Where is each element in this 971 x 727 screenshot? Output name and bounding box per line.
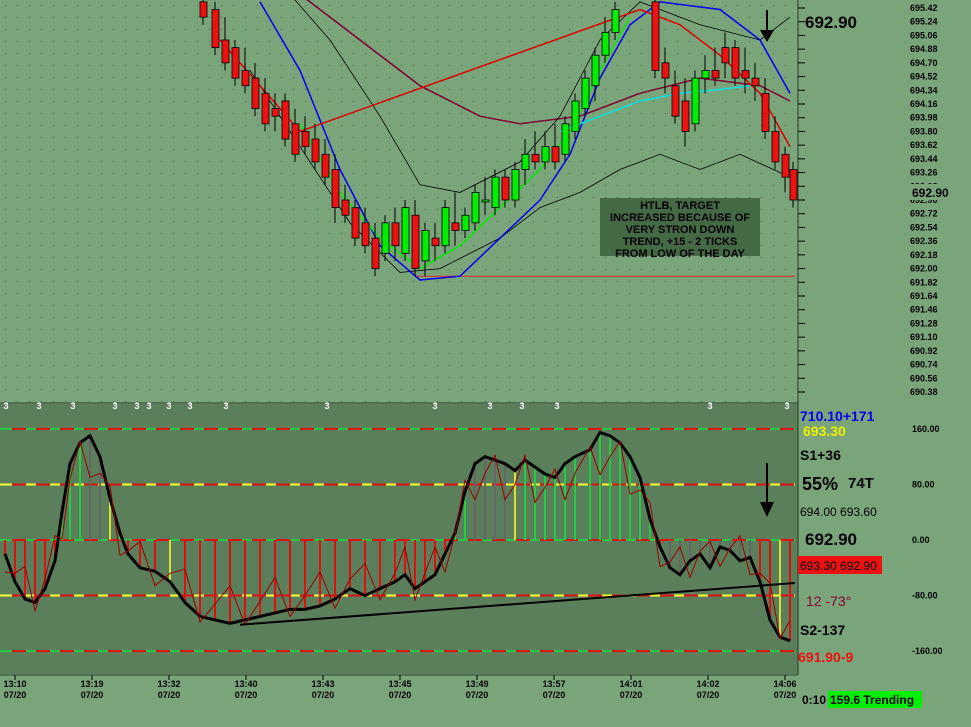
marker-three: 3 — [324, 401, 329, 411]
x-tick-date: 07/20 — [158, 690, 181, 700]
annotation-box: HTLB, TARGET INCREASED BECAUSE OF VERY S… — [600, 198, 760, 260]
candle — [281, 93, 290, 147]
marker-three: 3 — [166, 401, 171, 411]
marker-three: 3 — [3, 401, 8, 411]
x-tick-date: 07/20 — [620, 690, 643, 700]
price-tick-label: 690.92 — [910, 346, 938, 356]
annotation-line-3: VERY STRON DOWN — [626, 224, 735, 236]
price-tick-label: 691.64 — [910, 291, 938, 301]
marker-three: 3 — [707, 401, 712, 411]
price-tick-label: 690.74 — [910, 360, 938, 370]
price-tick-label: 691.82 — [910, 277, 938, 287]
last-price-label: 692.90 — [805, 13, 857, 32]
price-label: 692.90 — [805, 530, 857, 549]
price-tick-label: 693.98 — [910, 113, 938, 123]
cci-tick-label: 0.00 — [912, 535, 930, 545]
annotation-line-2: INCREASED BECAUSE OF — [610, 212, 750, 224]
pivot-price-label: 693.30 — [803, 423, 846, 439]
x-tick-time: 13:57 — [542, 679, 565, 689]
x-tick-time: 13:43 — [311, 679, 334, 689]
x-tick-date: 07/20 — [312, 690, 335, 700]
cci-tick-label: -80.00 — [912, 591, 938, 601]
annotation-line-4: TREND, +15 - 2 TICKS — [623, 236, 738, 248]
x-tick-date: 07/20 — [697, 690, 720, 700]
price-tick-label: 692.18 — [910, 250, 938, 260]
timer-label: 0:10 — [802, 693, 826, 707]
s1-label: S1+36 — [800, 447, 841, 463]
price-tick-label: 690.56 — [910, 373, 938, 383]
marker-three: 3 — [146, 401, 151, 411]
price-tick-label: 694.34 — [910, 85, 938, 95]
marker-three: 3 — [134, 401, 139, 411]
x-tick-time: 13:45 — [388, 679, 411, 689]
price-tick-label: 693.80 — [910, 126, 938, 136]
price-tick-label: 691.28 — [910, 318, 938, 328]
price-tick-label: 695.06 — [910, 30, 938, 40]
price-tick-label: 694.16 — [910, 99, 938, 109]
price-tick-label: 695.24 — [910, 17, 938, 27]
price-tick-label: 690.38 — [910, 387, 938, 397]
x-tick-date: 07/20 — [81, 690, 104, 700]
annotation-line-1: HTLB, TARGET — [640, 200, 720, 212]
marker-three: 3 — [554, 401, 559, 411]
status-bar: 0:10 159.6 Trending — [802, 691, 922, 708]
low-label: 691.90-9 — [798, 649, 853, 665]
price-tick-label: 692.36 — [910, 236, 938, 246]
marker-three: 3 — [432, 401, 437, 411]
x-tick-time: 14:06 — [773, 679, 796, 689]
price-tick-label: 695.42 — [910, 3, 938, 13]
pivot-label: 710.10+171 — [800, 408, 875, 424]
x-tick-date: 07/20 — [4, 690, 27, 700]
x-tick-date: 07/20 — [466, 690, 489, 700]
x-tick-date: 07/20 — [389, 690, 412, 700]
candle — [211, 1, 220, 56]
x-tick-time: 13:10 — [3, 679, 26, 689]
x-tick-time: 13:40 — [234, 679, 257, 689]
ticks-label: 74T — [848, 475, 874, 492]
x-tick-date: 07/20 — [235, 690, 258, 700]
candle — [651, 0, 660, 79]
price-tick-label: 694.52 — [910, 72, 938, 82]
marker-three: 3 — [784, 401, 789, 411]
percent-label: 55% — [802, 474, 838, 494]
price-tick-label: 694.70 — [910, 58, 938, 68]
marker-three: 3 — [223, 401, 228, 411]
marker-three: 3 — [519, 401, 524, 411]
bid-ask-label: 694.00 693.60 — [800, 505, 877, 519]
candle — [691, 70, 700, 132]
x-tick-time: 13:19 — [80, 679, 103, 689]
x-tick-time: 13:49 — [465, 679, 488, 689]
price-tick-label: 691.10 — [910, 332, 938, 342]
range-label: 693.30 692.90 — [800, 559, 877, 573]
cci-tick-label: 80.00 — [912, 479, 935, 489]
marker-three: 3 — [112, 401, 117, 411]
marker-three: 3 — [36, 401, 41, 411]
price-tick-label: 692.72 — [910, 209, 938, 219]
trend-label: 159.6 Trending — [830, 693, 914, 707]
cci-tick-label: 160.00 — [912, 424, 940, 434]
price-tick-label: 692.00 — [910, 264, 938, 274]
trading-chart: 695.42 695.24 695.06 694.88 694.70 694.52 694.… — [0, 0, 971, 727]
marker-three: 3 — [187, 401, 192, 411]
price-tick-label: 694.88 — [910, 44, 938, 54]
price-tick-label: 693.62 — [910, 140, 938, 150]
marker-three: 3 — [487, 401, 492, 411]
s2-label: S2-137 — [800, 622, 845, 638]
price-tick-label: 693.44 — [910, 154, 938, 164]
x-tick-time: 13:32 — [157, 679, 180, 689]
price-tick-label: 693.26 — [910, 168, 938, 178]
marker-three: 3 — [70, 401, 75, 411]
price-tick-label: 691.46 — [910, 305, 938, 315]
angle-label: 12 -73° — [806, 593, 851, 609]
current-price-axis-label: 692.90 — [912, 186, 949, 200]
x-tick-time: 14:02 — [696, 679, 719, 689]
candle — [441, 200, 450, 254]
price-tick-label: 692.54 — [910, 222, 938, 232]
x-tick-time: 14:01 — [619, 679, 642, 689]
x-tick-date: 07/20 — [774, 690, 797, 700]
cci-tick-label: -160.00 — [912, 646, 943, 656]
x-tick-date: 07/20 — [543, 690, 566, 700]
annotation-line-5: FROM LOW OF THE DAY — [615, 248, 745, 260]
candle — [401, 200, 410, 261]
